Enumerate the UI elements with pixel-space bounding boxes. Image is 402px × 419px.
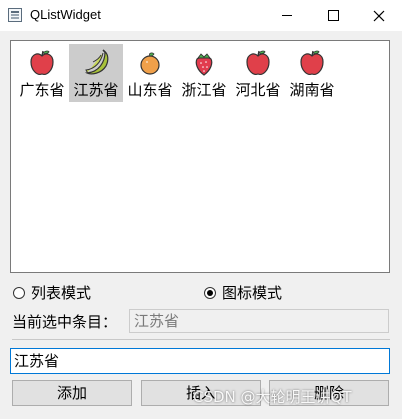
icon-mode-radio[interactable]: 图标模式 — [204, 283, 282, 303]
window-title: QListWidget — [30, 7, 101, 22]
minimize-icon — [282, 15, 292, 16]
maximize-button[interactable] — [310, 0, 356, 31]
list-item[interactable]: 山东省 — [123, 44, 177, 102]
separator — [12, 339, 390, 340]
list-item-label: 浙江省 — [181, 81, 227, 99]
list-item[interactable]: 广东省 — [15, 44, 69, 102]
list-item-selected[interactable]: 江苏省 — [69, 44, 123, 102]
minimize-button[interactable] — [264, 0, 310, 31]
list-mode-label: 列表模式 — [31, 284, 92, 302]
title-bar: QListWidget — [0, 0, 402, 32]
close-button[interactable] — [356, 0, 402, 31]
radio-circle-checked[interactable] — [204, 287, 216, 299]
strawberry-icon — [195, 53, 213, 76]
close-icon — [373, 10, 385, 21]
current-item-label: 当前选中条目： — [12, 313, 118, 331]
list-item-label: 湖南省 — [289, 81, 335, 99]
delete-button[interactable]: 删除 — [269, 380, 389, 406]
list-mode-radio[interactable]: 列表模式 — [13, 283, 91, 303]
current-item-field: 江苏省 — [129, 309, 389, 333]
list-item[interactable]: 河北省 — [231, 44, 285, 102]
list-widget[interactable]: 广东省 江苏省 山东省 浙江省 河北省 湖南省 — [10, 40, 390, 273]
add-button[interactable]: 添加 — [12, 380, 132, 406]
list-item[interactable]: 湖南省 — [285, 44, 339, 102]
item-text-input[interactable]: 江苏省 — [10, 348, 390, 374]
apple-icon — [246, 50, 270, 75]
list-item-label: 山东省 — [127, 81, 173, 99]
apple-icon — [30, 50, 54, 75]
list-item-label: 江苏省 — [73, 81, 119, 99]
insert-button[interactable]: 插入 — [141, 380, 261, 406]
icon-mode-label: 图标模式 — [222, 284, 283, 302]
app-window-icon — [8, 8, 22, 22]
list-item-label: 广东省 — [19, 81, 65, 99]
list-item-label: 河北省 — [235, 81, 281, 99]
banana-icon — [84, 49, 109, 75]
maximize-icon — [327, 10, 339, 21]
list-item[interactable]: 浙江省 — [177, 44, 231, 102]
radio-circle[interactable] — [13, 287, 25, 299]
apple-icon — [300, 50, 324, 75]
orange-icon — [140, 52, 160, 75]
